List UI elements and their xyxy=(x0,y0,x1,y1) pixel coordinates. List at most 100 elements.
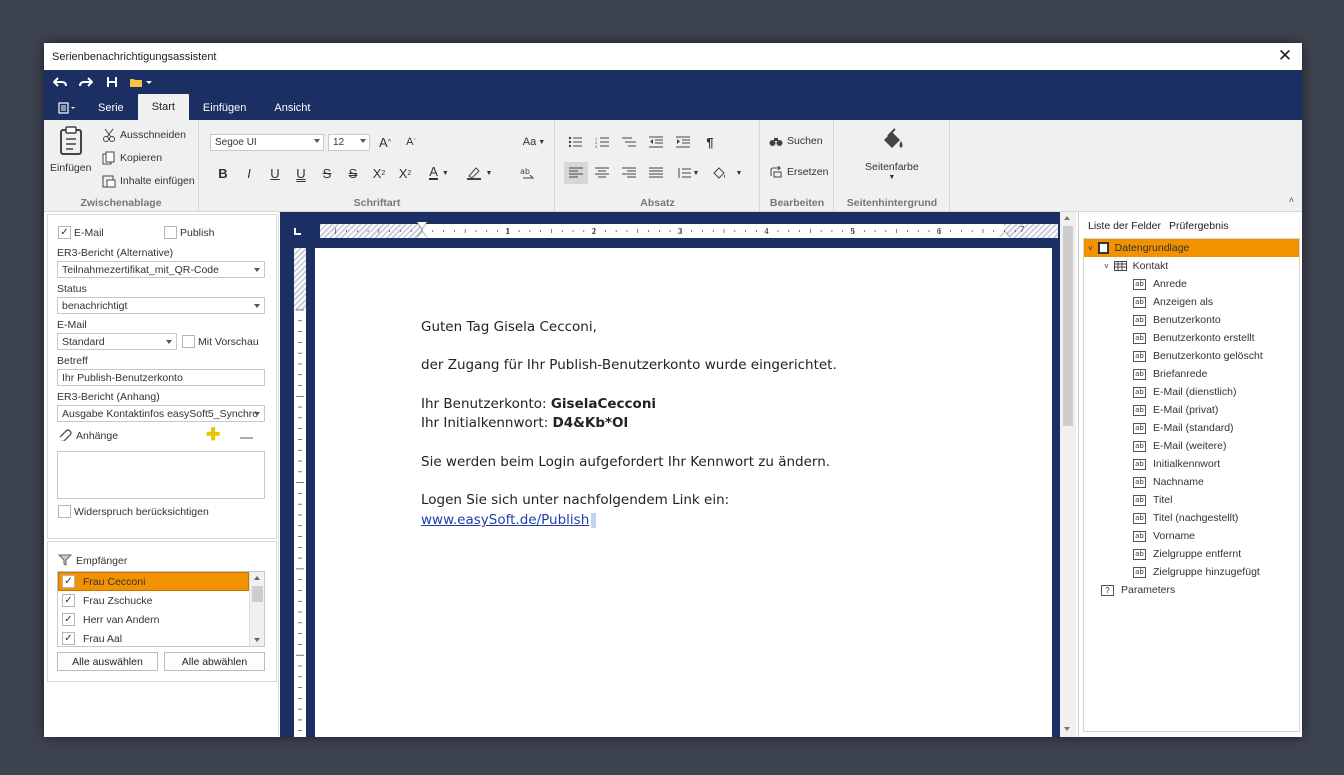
tree-field[interactable]: ab E-Mail (standard) xyxy=(1133,419,1234,437)
recipient-row[interactable]: ✓ Frau Zschucke xyxy=(58,591,248,610)
email-select[interactable]: Standard xyxy=(57,333,177,350)
numbered-list-icon[interactable]: 123 xyxy=(593,133,611,151)
close-button[interactable]: ✕ xyxy=(1274,45,1296,67)
cut-button[interactable]: Ausschneiden xyxy=(102,128,186,142)
tree-field[interactable]: ab E-Mail (dienstlich) xyxy=(1133,383,1236,401)
recipient-row[interactable]: ✓ Frau Aal xyxy=(58,629,248,646)
replace-button[interactable]: Ersetzen xyxy=(769,166,828,178)
expand-icon[interactable]: ˅ xyxy=(1088,244,1093,253)
er3-attach-select[interactable]: Ausgabe Kontaktinfos easySoft5_Synchro xyxy=(57,405,265,422)
collapse-ribbon-icon[interactable]: ˄ xyxy=(1289,195,1294,205)
search-button[interactable]: Suchen xyxy=(769,135,823,147)
document-page[interactable]: Guten Tag Gisela Cecconi, der Zugang für… xyxy=(315,248,1052,737)
recipient-checkbox[interactable]: ✓ xyxy=(62,594,75,607)
multilevel-list-icon[interactable] xyxy=(620,133,638,151)
left-indent-icon[interactable] xyxy=(417,232,427,238)
doc-scroll-thumb[interactable] xyxy=(1063,226,1073,426)
expand-icon[interactable]: ˅ xyxy=(1104,262,1109,271)
recipients-list[interactable]: ✓ Frau Cecconi ✓ Frau Zschucke ✓ Herr van A… xyxy=(57,571,265,647)
tab-stop-icon[interactable] xyxy=(294,228,301,235)
first-line-indent-icon[interactable] xyxy=(417,222,427,228)
right-indent-icon[interactable] xyxy=(1000,232,1010,238)
subscript-icon[interactable]: X2 xyxy=(396,164,414,182)
tree-field[interactable]: ab Initialkennwort xyxy=(1133,455,1220,473)
remove-attachment-icon[interactable] xyxy=(240,437,253,439)
italic-icon[interactable]: I xyxy=(240,164,258,182)
tree-field[interactable]: ab Benutzerkonto erstellt xyxy=(1133,329,1255,347)
tree-field[interactable]: ab Titel xyxy=(1133,491,1172,509)
align-left-icon[interactable] xyxy=(564,162,588,184)
select-all-button[interactable]: Alle auswählen xyxy=(57,652,158,671)
recipient-checkbox[interactable]: ✓ xyxy=(62,632,75,645)
recipient-checkbox[interactable]: ✓ xyxy=(62,575,75,588)
subject-input[interactable]: Ihr Publish-Benutzerkonto xyxy=(57,369,265,386)
doc-scroll-down-icon[interactable] xyxy=(1064,727,1070,731)
grow-font-icon[interactable]: A ^ xyxy=(376,133,394,151)
justify-icon[interactable] xyxy=(647,164,665,182)
doc-scroll-up-icon[interactable] xyxy=(1064,216,1070,220)
tree-root[interactable]: ˅ Datengrundlage xyxy=(1088,239,1189,257)
tree-field[interactable]: ab Briefanrede xyxy=(1133,365,1207,383)
undo-icon[interactable] xyxy=(50,73,70,91)
recipient-checkbox[interactable]: ✓ xyxy=(62,613,75,626)
tree-field[interactable]: ab Benutzerkonto gelöscht xyxy=(1133,347,1263,365)
font-family-select[interactable]: Segoe UI xyxy=(210,134,324,151)
increase-indent-icon[interactable] xyxy=(674,133,692,151)
save-icon[interactable] xyxy=(102,73,122,91)
document-scrollbar[interactable] xyxy=(1060,212,1076,737)
double-strikethrough-icon[interactable]: S xyxy=(344,164,362,182)
tab-einfuegen[interactable]: Einfügen xyxy=(189,96,260,120)
bullet-list-icon[interactable] xyxy=(566,133,584,151)
tree-field[interactable]: ab Anzeigen als xyxy=(1133,293,1213,311)
add-attachment-icon[interactable]: ✚ xyxy=(206,425,220,445)
tab-ansicht[interactable]: Ansicht xyxy=(260,96,324,120)
open-folder-icon[interactable] xyxy=(128,73,154,91)
tree-contact[interactable]: ˅ Kontakt xyxy=(1104,257,1168,275)
status-select[interactable]: benachrichtigt xyxy=(57,297,265,314)
highlight-icon[interactable]: ▼ xyxy=(462,164,496,182)
file-menu-icon[interactable] xyxy=(50,96,84,120)
bold-icon[interactable]: B xyxy=(214,164,232,182)
scroll-thumb[interactable] xyxy=(252,586,263,602)
scroll-up-icon[interactable] xyxy=(254,576,260,580)
font-size-select[interactable]: 12 xyxy=(328,134,370,151)
tree-field[interactable]: ab E-Mail (weitere) xyxy=(1133,437,1227,455)
tree-parameters[interactable]: ? Parameters xyxy=(1101,581,1175,599)
align-right-icon[interactable] xyxy=(620,164,638,182)
shrink-font-icon[interactable]: Aˇ xyxy=(402,133,420,151)
recipient-row[interactable]: ✓ Frau Cecconi xyxy=(58,572,248,591)
tree-field[interactable]: ab Zielgruppe entfernt xyxy=(1133,545,1241,563)
align-center-icon[interactable] xyxy=(593,164,611,182)
vertical-ruler[interactable] xyxy=(294,248,306,737)
deselect-all-button[interactable]: Alle abwählen xyxy=(164,652,265,671)
decrease-indent-icon[interactable] xyxy=(647,133,665,151)
clear-format-icon[interactable]: ab xyxy=(518,164,536,182)
tree-field[interactable]: ab Vorname xyxy=(1133,527,1195,545)
objection-checkbox[interactable] xyxy=(58,505,71,518)
recipient-row[interactable]: ✓ Herr van Andern xyxy=(58,610,248,629)
tree-field[interactable]: ab Anrede xyxy=(1133,275,1187,293)
font-color-icon[interactable]: A ▼ xyxy=(424,164,454,182)
underline-icon[interactable]: U xyxy=(266,164,284,182)
preview-checkbox[interactable] xyxy=(182,335,195,348)
email-checkbox[interactable]: ✓ xyxy=(58,226,71,239)
change-case-button[interactable]: Aa ▼ xyxy=(520,133,548,151)
attachments-list[interactable] xyxy=(57,451,265,499)
recipients-scrollbar[interactable] xyxy=(249,572,264,646)
tab-field-list[interactable]: Liste der Felder xyxy=(1088,220,1161,232)
er3-alt-select[interactable]: Teilnahmezertifikat_mit_QR-Code xyxy=(57,261,265,278)
scroll-down-icon[interactable] xyxy=(254,638,260,642)
line-spacing-icon[interactable]: ▼ xyxy=(674,164,702,182)
paste-button[interactable]: Einfügen xyxy=(50,126,91,174)
copy-button[interactable]: Kopieren xyxy=(102,151,162,165)
tree-field[interactable]: ab Zielgruppe hinzugefügt xyxy=(1133,563,1260,581)
tree-field[interactable]: ab Nachname xyxy=(1133,473,1204,491)
publish-checkbox[interactable] xyxy=(164,226,177,239)
tab-check-result[interactable]: Prüfergebnis xyxy=(1169,220,1229,232)
tree-field[interactable]: ab E-Mail (privat) xyxy=(1133,401,1218,419)
publish-link[interactable]: www.easySoft.de/Publish xyxy=(421,512,597,528)
shading-icon[interactable]: ▼ xyxy=(708,164,746,182)
horizontal-ruler[interactable]: 1 2 3 4 5 6 7 xyxy=(320,222,1058,238)
strikethrough-icon[interactable]: S xyxy=(318,164,336,182)
superscript-icon[interactable]: X2 xyxy=(370,164,388,182)
